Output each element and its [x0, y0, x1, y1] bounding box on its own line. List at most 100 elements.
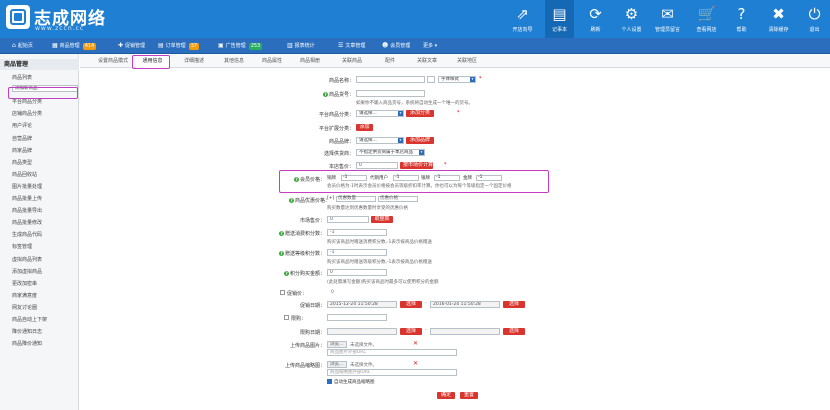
remove-thumb-icon[interactable]: ✕: [413, 360, 418, 367]
supplier-select[interactable]: 不指定供货商属于本店商品 ▾: [356, 149, 425, 156]
tab-item[interactable]: 关联地区: [450, 54, 484, 68]
browse-thumb-button[interactable]: 浏览...: [327, 361, 347, 368]
sidebar-item[interactable]: 添加虚拟商品: [12, 267, 78, 278]
sidebar-item[interactable]: 商家品牌: [12, 146, 78, 157]
limit-buy-checkbox[interactable]: [284, 315, 289, 320]
nav-home[interactable]: ⌂ 起始页: [12, 38, 33, 54]
goods-sn-input[interactable]: [356, 90, 425, 97]
toolbar-settings-button[interactable]: ⚙ 个人设置: [617, 0, 646, 38]
nav-more[interactable]: 更多 ▾: [423, 38, 437, 54]
img-url-input[interactable]: 商品图片外部URL: [327, 349, 457, 356]
promote-start-input[interactable]: 2015-12-24 11:50:28: [327, 301, 397, 308]
limit-end-input[interactable]: [430, 328, 500, 335]
sidebar-item[interactable]: 自营品牌: [12, 134, 78, 145]
sidebar-item[interactable]: 生成商品代码: [12, 230, 78, 241]
nav-goods[interactable]: ▦ 商品管理 414: [52, 38, 97, 54]
submit-button[interactable]: 确定: [437, 392, 455, 399]
sidebar-item[interactable]: 店铺商品分类: [12, 109, 78, 120]
sidebar-item[interactable]: 商品批量上传: [12, 194, 78, 205]
reset-button[interactable]: 重置: [460, 392, 478, 399]
limit-buy-input[interactable]: [327, 314, 387, 321]
help-icon[interactable]: ?: [278, 251, 284, 256]
sidebar-item[interactable]: 商品批量修改: [12, 218, 78, 229]
add-brand-button[interactable]: 添加品牌: [406, 137, 434, 144]
member-bronze-input[interactable]: -1: [341, 175, 367, 181]
brand-select[interactable]: 请选择... ▾: [356, 137, 404, 144]
nav-members[interactable]: ☻ 会员管理: [382, 38, 410, 54]
toolbar-view-shop-button[interactable]: 🛒 查看网店: [692, 0, 721, 38]
tab-item[interactable]: 配件: [379, 54, 401, 68]
member-silver-input[interactable]: -1: [434, 175, 460, 181]
nav-articles[interactable]: ☰ 文章管理: [338, 38, 365, 54]
tab-item[interactable]: 关联文章: [410, 54, 444, 68]
tab-item[interactable]: 商品属性: [255, 54, 289, 68]
tab-item[interactable]: 设置商品模式: [93, 54, 133, 68]
color-picker[interactable]: [427, 76, 435, 83]
toolbar-logout-button[interactable]: ⏻ 退出: [800, 0, 829, 38]
help-icon[interactable]: ?: [322, 92, 328, 97]
volume-add-link[interactable]: [+]: [327, 196, 334, 201]
volume-price-input[interactable]: 优惠价格: [378, 196, 418, 202]
nav-reports[interactable]: ▥ 报表统计: [287, 38, 315, 54]
sidebar-item[interactable]: 商品自动上下架: [12, 315, 78, 326]
toolbar-clear-cache-button[interactable]: ✖ 清除缓存: [764, 0, 793, 38]
sidebar-item[interactable]: 图片批量处理: [12, 182, 78, 193]
volume-qty-input[interactable]: 优惠数量: [336, 196, 376, 202]
limit-start-input[interactable]: [327, 328, 397, 335]
limit-start-choose-button[interactable]: 选择: [400, 328, 422, 335]
round-button[interactable]: 取整数: [371, 216, 393, 223]
toolbar-help-button[interactable]: ? 帮助: [727, 0, 756, 38]
member-gold-input[interactable]: -1: [476, 175, 502, 181]
sidebar-item[interactable]: 商品回收站: [12, 170, 78, 181]
tab-item[interactable]: 商品相册: [293, 54, 327, 68]
promote-checkbox[interactable]: [280, 290, 285, 295]
rank-integral-input[interactable]: -1: [327, 249, 387, 256]
help-icon[interactable]: ?: [288, 198, 294, 203]
integral-input[interactable]: 0: [327, 269, 387, 276]
sidebar-item[interactable]: 标签管理: [12, 242, 78, 253]
thumb-url-input[interactable]: 商品缩略图外部URL: [327, 369, 457, 376]
sidebar-item[interactable]: 商品批量导出: [12, 206, 78, 217]
help-icon[interactable]: ?: [283, 271, 289, 276]
platform-cat-select[interactable]: 请选择... ▾: [356, 110, 404, 117]
font-style-select[interactable]: 字体样式 ▾: [438, 76, 476, 83]
promote-value: 0: [331, 290, 334, 295]
nav-ads[interactable]: ▣ 广告管理 253: [218, 38, 263, 54]
shop-price-label: 本店售价：: [328, 164, 354, 170]
goods-name-input[interactable]: [356, 76, 425, 83]
toolbar-messages-button[interactable]: ✉ 管理员留言: [653, 0, 682, 38]
auto-thumb-checkbox[interactable]: [327, 379, 332, 384]
tab-item[interactable]: 其他信息: [217, 54, 251, 68]
help-icon[interactable]: ?: [278, 231, 284, 236]
add-ext-category-button[interactable]: 添加: [356, 124, 373, 131]
browse-img-button[interactable]: 浏览...: [327, 341, 347, 348]
toolbar-notepad-button[interactable]: ▤ 记事本: [545, 0, 574, 38]
sidebar-item[interactable]: 虚拟商品列表: [12, 255, 78, 266]
limit-end-choose-button[interactable]: 选择: [503, 328, 525, 335]
tab-item[interactable]: 详细描述: [177, 54, 211, 68]
sidebar-item[interactable]: 更改加密串: [12, 279, 78, 290]
give-integral-input[interactable]: -1: [327, 229, 387, 236]
sidebar-item[interactable]: 用户评论: [12, 121, 78, 132]
remove-img-icon[interactable]: ✕: [413, 340, 418, 347]
toolbar-refresh-button[interactable]: ⟳ 刷新: [581, 0, 610, 38]
tab-item[interactable]: 关联商品: [333, 54, 371, 68]
sidebar-item[interactable]: 商品降价通知: [12, 339, 78, 350]
sidebar-item[interactable]: 降价通知日志: [12, 327, 78, 338]
toolbar-guide-button[interactable]: ⇗ 开店向导: [508, 0, 537, 38]
promote-end-input[interactable]: 2016-01-24 11:50:28: [430, 301, 500, 308]
sidebar-item[interactable]: 商品列表: [12, 73, 78, 84]
help-icon[interactable]: ?: [293, 177, 299, 182]
add-category-button[interactable]: 添加分类: [406, 110, 434, 117]
nav-promotion[interactable]: ✚ 促销管理: [118, 38, 145, 54]
promote-end-choose-button[interactable]: 选择: [503, 301, 525, 308]
sidebar-item[interactable]: 网友讨论圈: [12, 303, 78, 314]
sidebar-item[interactable]: 商品类型: [12, 158, 78, 169]
member-agent-input[interactable]: -1: [393, 175, 419, 181]
sidebar-item[interactable]: 商家满意度: [12, 291, 78, 302]
market-price-calc-button[interactable]: 按市场价计算: [400, 162, 433, 169]
shop-price-input[interactable]: 0: [356, 162, 398, 169]
market-price-input[interactable]: 0: [327, 216, 369, 223]
nav-orders[interactable]: ▤ 订单管理 37: [158, 38, 200, 54]
promote-start-choose-button[interactable]: 选择: [400, 301, 422, 308]
